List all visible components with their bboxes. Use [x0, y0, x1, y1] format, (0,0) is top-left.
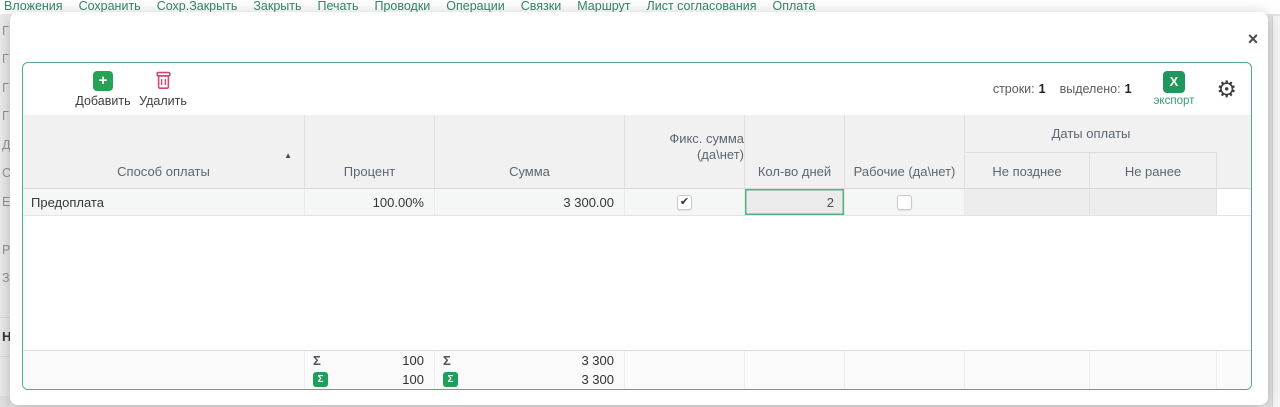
cell-workdays[interactable] — [845, 189, 965, 215]
column-header-amount[interactable]: Сумма — [435, 115, 625, 188]
behind-right-panel-edge — [1272, 16, 1280, 407]
behind-label-1: Г — [2, 24, 9, 38]
table-empty-area — [23, 216, 1251, 350]
payment-table-panel: + Добавить Удалить строки: 1 выделено: 1… — [22, 62, 1252, 390]
amount-total-value: 3 300 — [581, 353, 614, 368]
cell-not-later[interactable] — [965, 189, 1090, 215]
cell-not-earlier[interactable] — [1090, 189, 1217, 215]
behind-panel-edge — [0, 396, 10, 407]
table-header: Способ оплаты ▲ Процент Сумма Фикс. сумм… — [23, 115, 1251, 189]
plus-icon: + — [93, 70, 113, 91]
column-header-label: Фикс. сумма — [669, 131, 744, 146]
footer-cell — [625, 370, 745, 389]
export-excel-button[interactable]: X экспорт — [1153, 71, 1195, 107]
cell-days-selected[interactable]: 2 — [745, 189, 845, 215]
delete-button[interactable]: Удалить — [133, 71, 193, 108]
cell-payment-method[interactable]: Предоплата — [23, 189, 305, 215]
footer-cell — [965, 370, 1090, 389]
footer-percent-total: Σ 100 — [305, 351, 435, 370]
percent-total-value: 100 — [402, 353, 424, 368]
fixed-amount-checkbox[interactable]: ✔ — [677, 194, 692, 210]
column-header-not-later[interactable]: Не позднее — [965, 153, 1090, 188]
selected-count: выделено: 1 — [1059, 82, 1132, 96]
rows-info: строки: 1 выделено: 1 — [993, 82, 1132, 96]
column-header-fixed-amount[interactable]: Фикс. сумма (да\нет) — [625, 115, 745, 188]
sigma-badge-icon: Σ — [443, 372, 458, 387]
sort-asc-icon[interactable]: ▲ — [284, 151, 292, 160]
row-filler — [1217, 189, 1251, 215]
column-header-label: Способ оплаты — [117, 164, 210, 179]
column-header-percent[interactable]: Процент — [305, 115, 435, 188]
behind-right-strip — [1268, 14, 1280, 407]
cell-percent[interactable]: 100.00% — [305, 189, 435, 215]
behind-label-4: Г — [2, 109, 9, 123]
toolbar-right-group: строки: 1 выделено: 1 X экспорт ⚙ — [993, 71, 1237, 107]
table-row[interactable]: Предоплата 100.00% 3 300.00 ✔ 2 — [23, 189, 1251, 216]
footer-cell — [845, 351, 965, 370]
column-header-label: (да\нет) — [696, 147, 744, 162]
footer-amount-selected-total: Σ 3 300 — [435, 370, 625, 389]
behind-label-2: Г — [2, 52, 9, 66]
behind-label-3: Г — [2, 81, 9, 95]
excel-icon: X — [1162, 71, 1185, 93]
footer-cell — [23, 370, 305, 389]
rows-count: строки: 1 — [992, 82, 1046, 96]
column-group-payment-dates: Даты оплаты — [965, 115, 1217, 153]
table-footer: Σ 100 Σ 3 300 Σ 100 Σ 3 300 — [23, 350, 1251, 389]
footer-amount-total: Σ 3 300 — [435, 351, 625, 370]
column-header-workdays[interactable]: Рабочие (да\нет) — [845, 115, 965, 188]
close-icon[interactable]: × — [1242, 28, 1264, 50]
totals-row-1: Σ 100 Σ 3 300 — [23, 351, 1251, 370]
export-label: экспорт — [1153, 95, 1195, 107]
sigma-icon: Σ — [313, 353, 321, 368]
footer-cell — [1217, 351, 1251, 370]
footer-cell — [965, 351, 1090, 370]
add-button-label: Добавить — [75, 93, 131, 108]
behind-label-9: З — [2, 271, 10, 285]
workdays-checkbox[interactable] — [897, 194, 912, 210]
payment-dialog: × + Добавить Удалить строки: 1 выделено:… — [10, 12, 1268, 405]
sigma-icon: Σ — [443, 353, 451, 368]
column-header-not-earlier[interactable]: Не ранее — [1090, 153, 1217, 188]
add-button[interactable]: + Добавить — [73, 70, 133, 108]
behind-divider — [0, 317, 10, 318]
column-header-payment-method[interactable]: Способ оплаты ▲ — [23, 115, 305, 188]
footer-cell — [1217, 370, 1251, 389]
totals-row-2: Σ 100 Σ 3 300 — [23, 370, 1251, 389]
trash-icon — [153, 71, 173, 91]
behind-divider-2 — [0, 356, 10, 357]
gear-icon[interactable]: ⚙ — [1216, 78, 1237, 101]
percent-selected-total-value: 100 — [402, 372, 424, 387]
footer-cell — [23, 351, 305, 370]
footer-cell — [745, 370, 845, 389]
amount-selected-total-value: 3 300 — [581, 372, 614, 387]
delete-button-label: Удалить — [139, 93, 187, 108]
cell-amount[interactable]: 3 300.00 — [435, 189, 625, 215]
footer-cell — [625, 351, 745, 370]
footer-cell — [1090, 351, 1217, 370]
footer-cell — [845, 370, 965, 389]
table-toolbar: + Добавить Удалить строки: 1 выделено: 1… — [23, 63, 1251, 115]
footer-cell — [745, 351, 845, 370]
sigma-badge-icon: Σ — [313, 372, 328, 387]
header-filler — [1217, 115, 1251, 188]
footer-percent-selected-total: Σ 100 — [305, 370, 435, 389]
cell-fixed-amount[interactable]: ✔ — [625, 189, 745, 215]
column-header-days[interactable]: Кол-во дней — [745, 115, 845, 188]
footer-cell — [1090, 370, 1217, 389]
